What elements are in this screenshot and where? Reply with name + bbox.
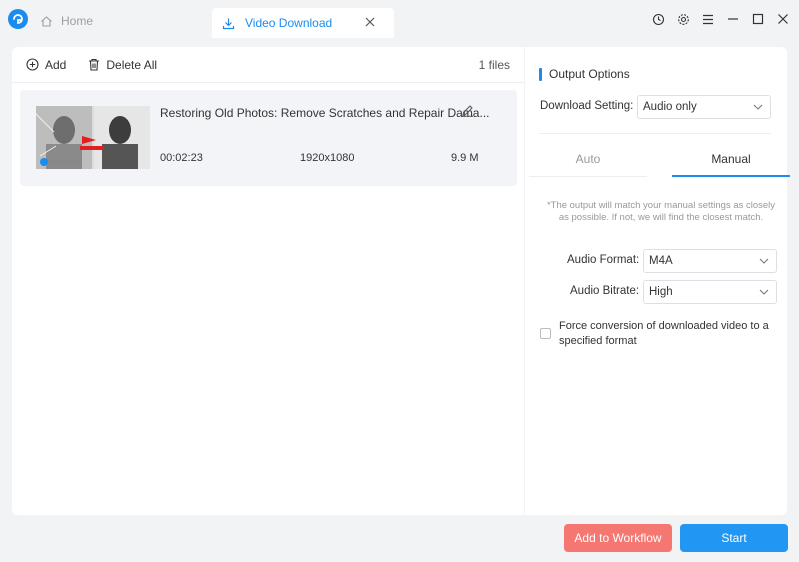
add-to-workflow-button[interactable]: Add to Workflow <box>564 524 672 552</box>
divider <box>539 133 771 134</box>
output-note: *The output will match your manual setti… <box>546 200 776 223</box>
title-bar: Home Video Download <box>0 0 799 38</box>
gear-icon[interactable] <box>675 11 691 27</box>
file-item[interactable]: Restoring Old Photos: Remove Scratches a… <box>20 90 517 186</box>
file-size: 9.9 M <box>451 152 479 164</box>
file-resolution: 1920x1080 <box>300 152 355 164</box>
chevron-down-icon <box>753 104 763 110</box>
force-conversion-checkbox[interactable] <box>540 328 551 339</box>
video-thumbnail <box>36 106 150 169</box>
audio-format-label: Audio Format: <box>567 254 640 266</box>
chevron-down-icon <box>759 289 769 295</box>
menu-icon[interactable] <box>700 11 716 27</box>
add-circle-icon <box>26 58 39 71</box>
close-icon[interactable] <box>775 11 791 27</box>
edit-icon[interactable] <box>461 104 474 117</box>
trash-icon <box>89 58 100 71</box>
delete-all-label: Delete All <box>106 57 158 72</box>
file-list-panel: Add Delete All 1 files Restoring Old Pho… <box>12 47 524 515</box>
add-button-label: Add <box>45 57 67 72</box>
audio-format-value: M4A <box>649 255 673 267</box>
minimize-icon[interactable] <box>725 11 741 27</box>
chevron-down-icon <box>759 258 769 264</box>
history-icon[interactable] <box>650 11 666 27</box>
download-setting-label: Download Setting: <box>540 100 634 112</box>
app-logo <box>8 9 28 29</box>
file-duration: 00:02:23 <box>160 152 203 164</box>
maximize-icon[interactable] <box>750 11 766 27</box>
start-button[interactable]: Start <box>680 524 788 552</box>
tab-auto[interactable]: Auto <box>529 147 647 177</box>
download-setting-select[interactable]: Audio only <box>637 95 771 119</box>
close-tab-icon[interactable] <box>364 16 376 28</box>
add-button[interactable]: Add <box>26 58 66 72</box>
tab-video-download-label: Video Download <box>245 16 333 30</box>
home-icon <box>41 15 52 27</box>
tab-video-download[interactable]: Video Download <box>212 8 394 38</box>
files-count: 1 files <box>478 58 510 72</box>
output-options-panel: Output Options Download Setting: Audio o… <box>525 47 790 515</box>
force-conversion-label: Force conversion of downloaded video to … <box>559 320 769 347</box>
file-title: Restoring Old Photos: Remove Scratches a… <box>160 106 490 120</box>
tab-home-label: Home <box>61 14 94 28</box>
download-icon <box>222 18 235 29</box>
audio-bitrate-select[interactable]: High <box>643 280 777 304</box>
download-setting-value: Audio only <box>643 101 697 113</box>
audio-bitrate-value: High <box>649 286 673 298</box>
tab-home[interactable]: Home <box>40 8 93 34</box>
file-toolbar: Add Delete All 1 files <box>12 47 524 83</box>
delete-all-button[interactable]: Delete All <box>88 58 157 72</box>
tab-manual[interactable]: Manual <box>672 147 790 177</box>
audio-bitrate-label: Audio Bitrate: <box>570 285 640 297</box>
audio-format-select[interactable]: M4A <box>643 249 777 273</box>
output-options-title: Output Options <box>539 67 630 81</box>
